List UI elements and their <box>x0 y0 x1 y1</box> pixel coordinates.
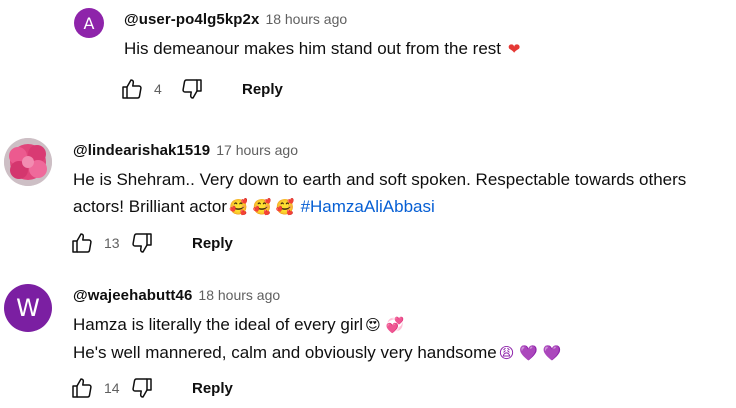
thumbs-up-icon[interactable] <box>70 376 94 400</box>
comment-meta: @lindearishak1519 17 hours ago <box>73 142 298 159</box>
smiling-hearts-emoji: 🥰 🥰 🥰 <box>229 198 295 216</box>
avatar[interactable]: A <box>74 8 104 38</box>
avatar[interactable] <box>4 138 52 186</box>
comment-author[interactable]: @user-po4lg5kp2x <box>124 11 259 28</box>
comment-1: A @user-po4lg5kp2x 18 hours ago His deme… <box>0 0 736 110</box>
comment-text: His demeanour makes him stand out from t… <box>124 35 520 63</box>
comment-text-segment: actors! Brilliant actor <box>73 197 227 216</box>
comment-text: Hamza is literally the ideal of every gi… <box>73 311 561 367</box>
comment-meta: @user-po4lg5kp2x 18 hours ago <box>124 11 347 28</box>
comment-actions: 14 Reply <box>70 376 241 400</box>
thumbs-up-icon[interactable] <box>120 77 144 101</box>
comment-text-line: He is Shehram.. Very down to earth and s… <box>73 170 687 189</box>
comment-author[interactable]: @wajeehabutt46 <box>73 287 192 304</box>
comment-actions: 4 Reply <box>120 77 291 101</box>
reply-button[interactable]: Reply <box>234 77 291 102</box>
comment-text-line: His demeanour makes him stand out from t… <box>124 39 501 58</box>
comment-2: @lindearishak1519 17 hours ago He is She… <box>0 110 736 260</box>
comment-timestamp[interactable]: 18 hours ago <box>265 11 347 27</box>
comment-meta: @wajeehabutt46 18 hours ago <box>73 287 280 304</box>
comment-author[interactable]: @lindearishak1519 <box>73 142 210 159</box>
reply-button[interactable]: Reply <box>184 376 241 401</box>
comment-text-line: He's well mannered, calm and obviously v… <box>73 339 561 367</box>
heart-eyes-emoji: 😍 💞 <box>365 316 405 334</box>
like-count: 4 <box>154 81 162 97</box>
comment-text-line: Hamza is literally the ideal of every gi… <box>73 311 561 339</box>
purple-heart-emoji: 😩 💜 💜 <box>498 344 562 362</box>
comment-3: W @wajeehabutt46 18 hours ago Hamza is l… <box>0 260 736 408</box>
comment-text-line: actors! Brilliant actor 🥰 🥰 🥰 #HamzaAliAbb… <box>73 193 686 221</box>
avatar[interactable]: W <box>4 284 52 332</box>
reply-button[interactable]: Reply <box>184 231 241 256</box>
thumbs-down-icon[interactable] <box>130 231 154 255</box>
avatar-letter: W <box>16 294 40 322</box>
comment-actions: 13 Reply <box>70 231 241 255</box>
comment-text-segment: Hamza is literally the ideal of every gi… <box>73 315 364 334</box>
comment-text: He is Shehram.. Very down to earth and s… <box>73 166 686 221</box>
heart-emoji: ❤ <box>507 40 521 58</box>
like-count: 14 <box>104 380 120 396</box>
thumbs-up-icon[interactable] <box>70 231 94 255</box>
thumbs-down-icon[interactable] <box>180 77 204 101</box>
like-count: 13 <box>104 235 120 251</box>
hashtag-link[interactable]: #HamzaAliAbbasi <box>301 197 435 216</box>
avatar-letter: A <box>83 13 95 33</box>
comment-timestamp[interactable]: 17 hours ago <box>216 142 298 158</box>
thumbs-down-icon[interactable] <box>130 376 154 400</box>
comment-timestamp[interactable]: 18 hours ago <box>198 287 280 303</box>
pink-flower-icon <box>4 138 52 186</box>
comment-text-segment: He's well mannered, calm and obviously v… <box>73 343 497 362</box>
